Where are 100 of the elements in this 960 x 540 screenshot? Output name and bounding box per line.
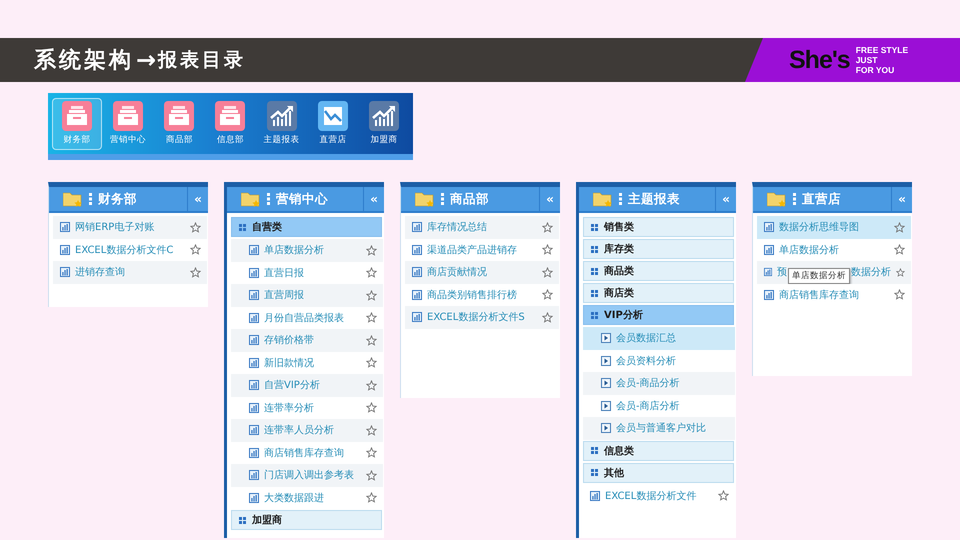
toolbar-button[interactable]: 财务部: [52, 98, 102, 150]
bar-chart-icon: [60, 267, 70, 278]
category-label: 信息类: [604, 444, 634, 458]
tray-icon: [164, 101, 194, 131]
sub-report-label: 会员资料分析: [616, 354, 676, 368]
folder-icon: [241, 192, 261, 206]
category-header[interactable]: 商店类: [583, 283, 734, 303]
category-header[interactable]: 信息类: [583, 440, 734, 460]
category-header[interactable]: 销售类: [583, 217, 734, 237]
report-label: 单店数据分析: [779, 244, 839, 257]
star-icon[interactable]: [366, 244, 377, 256]
report-item[interactable]: 门店调入调出参考表: [231, 464, 383, 486]
panel-title: 商品部: [450, 190, 489, 208]
star-icon[interactable]: [366, 267, 377, 278]
report-item[interactable]: 单店数据分析: [231, 239, 383, 262]
report-label: 连带率分析: [264, 402, 314, 415]
bar-chart-icon: [249, 358, 259, 368]
drag-handle-icon: [267, 193, 270, 205]
bar-chart-icon: [249, 245, 259, 256]
bar-chart-icon: [590, 490, 600, 501]
grid-icon: [239, 224, 246, 230]
report-item[interactable]: 直营周报: [231, 284, 383, 306]
bar-chart-icon: [412, 267, 422, 278]
grid-icon: [591, 469, 598, 476]
tray-icon: [215, 101, 246, 131]
star-icon[interactable]: [190, 266, 201, 278]
star-icon[interactable]: [894, 244, 905, 256]
toolbar-button[interactable]: 直营店: [308, 98, 358, 150]
star-icon[interactable]: [542, 222, 553, 233]
report-item[interactable]: 存销价格带: [231, 329, 383, 352]
line-chart-icon: [318, 101, 348, 131]
toolbar-button[interactable]: 主题报表: [256, 98, 307, 150]
category-header[interactable]: 其他: [583, 462, 734, 482]
report-label: 商店销售库存查询: [264, 446, 344, 460]
star-icon[interactable]: [894, 289, 905, 300]
star-icon[interactable]: [366, 470, 377, 481]
category-header[interactable]: 加盟商: [231, 510, 382, 530]
report-label: EXCEL数据分析文件S: [427, 310, 525, 324]
star-icon[interactable]: [366, 334, 377, 346]
panel-title: 直营店: [802, 190, 841, 208]
bar-chart-icon: [249, 402, 259, 413]
star-icon[interactable]: [366, 492, 377, 504]
star-icon[interactable]: [542, 266, 553, 278]
sub-report-item[interactable]: 会员-商品分析: [583, 372, 735, 394]
play-icon: [601, 378, 611, 388]
bar-chart-icon: [412, 290, 422, 300]
bar-chart-icon: [249, 380, 259, 390]
folder-icon: [63, 192, 83, 206]
star-icon[interactable]: [896, 266, 905, 278]
report-label: 门店调入调出参考表: [264, 468, 354, 482]
sub-report-item[interactable]: 会员数据汇总: [583, 327, 735, 350]
category-header[interactable]: 自营类: [231, 217, 382, 237]
slogan-line: FOR YOU: [856, 65, 896, 75]
report-item[interactable]: 预 单店数据分析 数据分析: [757, 261, 911, 284]
star-icon[interactable]: [542, 289, 553, 300]
star-icon[interactable]: [366, 447, 377, 458]
play-icon: [601, 333, 611, 344]
bar-chart-icon: [764, 222, 774, 232]
toolbar-button[interactable]: 营销中心: [103, 98, 154, 150]
tray-icon: [113, 101, 144, 131]
toolbar-button[interactable]: 加盟商: [358, 98, 409, 150]
star-icon[interactable]: [190, 244, 201, 256]
report-item[interactable]: 进销存查询: [53, 261, 207, 284]
category-header[interactable]: VIP分析: [583, 305, 734, 325]
report-label: 商店销售库存查询: [779, 288, 859, 302]
star-icon[interactable]: [366, 402, 377, 414]
sub-report-label: 会员与普通客户对比: [616, 422, 706, 436]
toolbar-button[interactable]: 信息部: [205, 98, 256, 150]
star-icon[interactable]: [894, 222, 905, 233]
report-item[interactable]: 商店贡献情况: [405, 261, 559, 284]
sub-report-label: 会员数据汇总: [616, 332, 676, 346]
report-item[interactable]: EXCEL数据分析文件S: [405, 306, 559, 328]
report-item[interactable]: 自营VIP分析: [231, 374, 383, 396]
star-icon[interactable]: [366, 290, 377, 301]
report-label: 预: [777, 266, 788, 280]
star-icon[interactable]: [542, 244, 553, 256]
trend-chart-icon: [368, 101, 399, 131]
trend-chart-icon: [266, 101, 297, 131]
bar-chart-icon: [249, 268, 259, 278]
star-icon[interactable]: [366, 357, 377, 368]
category-header[interactable]: 商品类: [583, 261, 734, 281]
star-icon[interactable]: [366, 312, 377, 324]
panel-title: 主题报表: [628, 190, 680, 208]
report-item[interactable]: 库存情况总结: [405, 216, 559, 238]
report-label: 月份自营品类报表: [264, 312, 344, 325]
category-label: 商品类: [604, 264, 634, 278]
star-icon[interactable]: [366, 380, 377, 391]
star-icon[interactable]: [718, 490, 729, 502]
panel-title: 财务部: [98, 190, 137, 208]
star-icon[interactable]: [366, 424, 377, 436]
report-item[interactable]: 网销ERP电子对账: [53, 216, 207, 238]
toolbar-button[interactable]: 商品部: [154, 98, 204, 150]
category-header[interactable]: 库存类: [583, 239, 734, 259]
sub-report-item[interactable]: 会员与普通客户对比: [583, 417, 735, 440]
report-item[interactable]: 连带率人员分析: [231, 419, 383, 442]
bar-chart-icon: [249, 335, 259, 346]
star-icon[interactable]: [190, 222, 201, 233]
star-icon[interactable]: [542, 312, 553, 323]
grid-icon: [591, 246, 598, 252]
report-item[interactable]: 数据分析思维导图: [757, 216, 911, 238]
